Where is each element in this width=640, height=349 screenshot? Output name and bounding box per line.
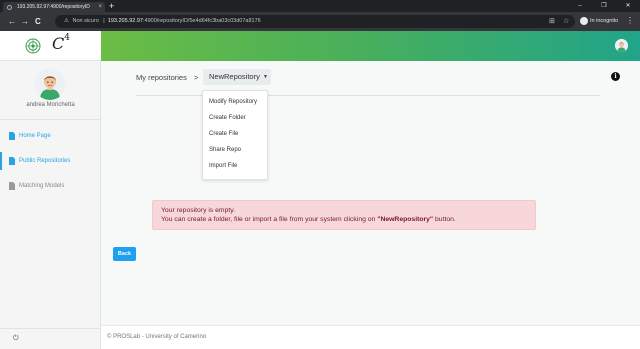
incognito-label: In incognito <box>590 18 619 24</box>
browser-toolbar: ← → C ⚠ Non sicuro | 193.205.92.97:4900/… <box>0 12 640 31</box>
incognito-icon <box>580 16 588 25</box>
sidebar-item-matching-models[interactable]: Matching Models <box>0 177 101 195</box>
tab-close-icon[interactable]: × <box>98 2 102 12</box>
document-icon <box>9 157 15 165</box>
logo-text: C4 <box>52 33 70 53</box>
globe-icon <box>7 4 12 10</box>
address-bar[interactable]: ⚠ Non sicuro | 193.205.92.97:4900/reposi… <box>55 15 575 28</box>
url-host: 193.205.92.97 <box>107 18 143 24</box>
translate-icon[interactable]: ⊞ <box>549 17 555 25</box>
sidebar: C4 andrea Morichetta Home Page Public Re… <box>0 31 101 349</box>
main-content: My repositories > NewRepository ▼ i Modi… <box>101 61 640 325</box>
logo-area: C4 <box>0 31 101 61</box>
incognito-indicator[interactable]: In incognito <box>580 16 618 27</box>
browser-tab[interactable]: 193.205.92.97:4900/repositoryID × <box>3 2 105 12</box>
minimize-button[interactable]: – <box>568 0 592 12</box>
close-window-button[interactable]: ✕ <box>616 0 640 12</box>
reload-icon[interactable]: C <box>35 16 41 27</box>
top-header <box>101 31 640 61</box>
breadcrumb-separator: > <box>194 73 199 82</box>
caret-down-icon: ▼ <box>263 74 268 80</box>
page-footer: © PROSLab - University of Camerino <box>101 325 640 349</box>
url-path: :4900/repositoryID/5e4d64fc3ba03c03d07a8… <box>142 18 261 24</box>
back-arrow-icon[interactable]: ← <box>8 16 16 27</box>
document-icon <box>9 182 15 190</box>
sidebar-item-label: Public Repositories <box>19 158 71 164</box>
user-name: andrea Morichetta <box>26 102 75 108</box>
security-label: Non sicuro <box>72 18 99 24</box>
repository-dropdown-button[interactable]: NewRepository ▼ <box>203 69 271 85</box>
info-icon[interactable]: i <box>611 72 620 81</box>
browser-menu-icon[interactable]: ⋮ <box>626 16 634 25</box>
menu-item-create-file[interactable]: Create File <box>209 131 238 137</box>
sidebar-item-label: Matching Models <box>19 183 65 189</box>
tab-title: 193.205.92.97:4900/repositoryID <box>17 4 90 10</box>
forward-arrow-icon[interactable]: → <box>21 16 29 27</box>
repository-name: NewRepository <box>209 72 260 81</box>
user-avatar <box>34 68 66 100</box>
menu-item-create-folder[interactable]: Create Folder <box>209 115 246 121</box>
sidebar-item-label: Home Page <box>19 133 51 139</box>
menu-item-modify-repository[interactable]: Modify Repository <box>209 99 257 105</box>
menu-item-share-repo[interactable]: Share Repo <box>209 147 241 153</box>
breadcrumb-root[interactable]: My repositories <box>136 73 187 82</box>
maximize-button[interactable]: ❐ <box>592 0 616 12</box>
alert-line-2: You can create a folder, file or import … <box>161 216 456 223</box>
repository-dropdown-menu: Modify Repository Create Folder Create F… <box>202 90 268 180</box>
footer-text: © PROSLab - University of Camerino <box>107 334 207 340</box>
star-icon[interactable]: ☆ <box>563 17 569 25</box>
back-button[interactable]: Back <box>113 247 136 261</box>
empty-repository-alert: Your repository is empty. You can create… <box>152 200 536 230</box>
power-icon[interactable]: ⏻ <box>13 335 19 343</box>
sidebar-item-public-repositories[interactable]: Public Repositories <box>0 152 101 170</box>
document-icon <box>9 132 15 140</box>
new-tab-button[interactable]: + <box>109 1 114 11</box>
sidebar-item-home-page[interactable]: Home Page <box>0 127 101 145</box>
header-avatar[interactable] <box>615 39 628 52</box>
sidebar-footer: ⏻ <box>0 328 101 349</box>
warning-icon: ⚠ <box>64 18 69 24</box>
c4-logo-icon <box>25 38 41 54</box>
menu-item-import-file[interactable]: Import File <box>209 163 237 169</box>
divider <box>0 119 101 120</box>
browser-tab-bar: 193.205.92.97:4900/repositoryID × + – ❐ … <box>0 0 640 12</box>
alert-line-1: Your repository is empty. <box>161 207 236 214</box>
